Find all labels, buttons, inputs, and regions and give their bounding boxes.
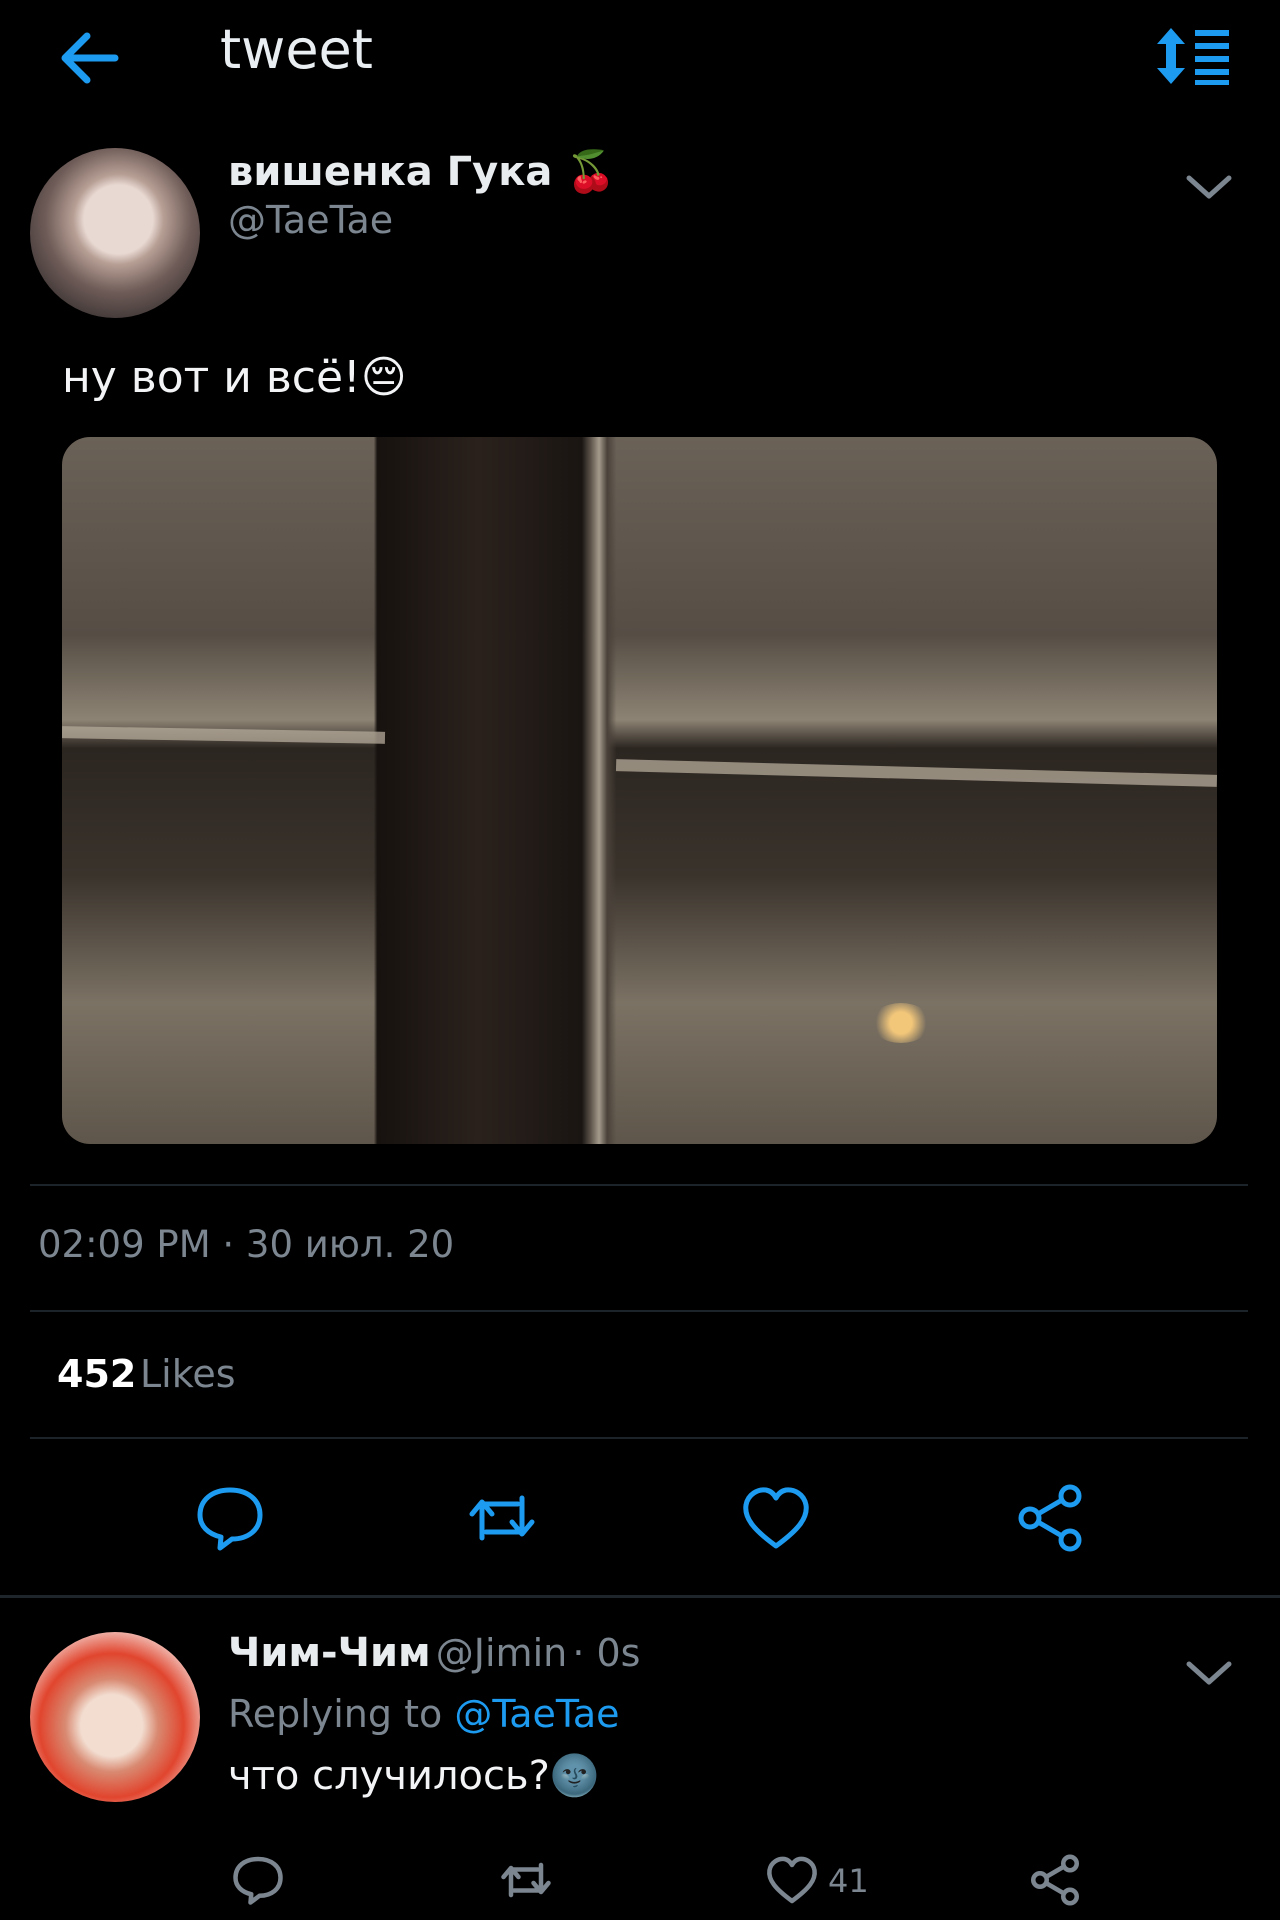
author-name[interactable]: вишенка Гука 🍒: [228, 148, 616, 195]
comment-icon[interactable]: [190, 1478, 270, 1558]
top-bar: tweet: [0, 0, 1280, 116]
reply-text-body: что случилось?: [228, 1753, 550, 1799]
reply-share-icon[interactable]: [1025, 1850, 1085, 1910]
retweet-icon[interactable]: [462, 1478, 542, 1558]
share-icon[interactable]: [1010, 1478, 1090, 1558]
author-name-text: вишенка Гука: [228, 149, 553, 195]
tweet-text: ну вот и всё!😔: [62, 352, 407, 403]
heart-icon[interactable]: [736, 1478, 816, 1558]
replying-to: Replying to @TaeTae: [228, 1692, 620, 1736]
divider: [30, 1310, 1248, 1312]
section-divider: [0, 1595, 1280, 1598]
tweet-timestamp: 02:09 PM · 30 июл. 20: [38, 1223, 455, 1266]
pensive-emoji: 😔: [360, 352, 407, 403]
tweet-image[interactable]: [62, 437, 1217, 1144]
author-handle[interactable]: @TaeTae: [228, 198, 393, 242]
reply-age: · 0s: [572, 1631, 641, 1675]
cherry-emoji: 🍒: [566, 149, 617, 195]
likes-count[interactable]: 452: [57, 1352, 136, 1396]
reply-author-name[interactable]: Чим-Чим: [228, 1630, 431, 1676]
divider: [30, 1184, 1248, 1186]
reply-like-count: 41: [828, 1862, 869, 1900]
tweet-text-body: ну вот и всё!: [62, 352, 361, 403]
reply-retweet-icon[interactable]: [496, 1850, 556, 1910]
divider: [30, 1437, 1248, 1439]
author-avatar[interactable]: [30, 148, 200, 318]
reply-comment-icon[interactable]: [228, 1850, 288, 1910]
page-title: tweet: [220, 18, 373, 81]
likes-label[interactable]: Likes: [140, 1352, 236, 1396]
reply-author-handle[interactable]: @Jimin: [436, 1631, 567, 1675]
replying-to-prefix: Replying to: [228, 1692, 443, 1736]
reply-header: Чим-Чим @Jimin · 0s: [228, 1630, 640, 1676]
chevron-down-icon[interactable]: [1185, 1658, 1233, 1688]
back-arrow-icon[interactable]: [55, 26, 127, 90]
replying-to-handle[interactable]: @TaeTae: [454, 1692, 619, 1736]
chevron-down-icon[interactable]: [1185, 172, 1233, 202]
sort-replies-icon[interactable]: [1155, 26, 1235, 86]
reply-heart-icon[interactable]: [762, 1850, 822, 1910]
moon-emoji: 🌚: [549, 1753, 600, 1799]
reply-text: что случилось?🌚: [228, 1752, 600, 1799]
reply-author-avatar[interactable]: [30, 1632, 200, 1802]
